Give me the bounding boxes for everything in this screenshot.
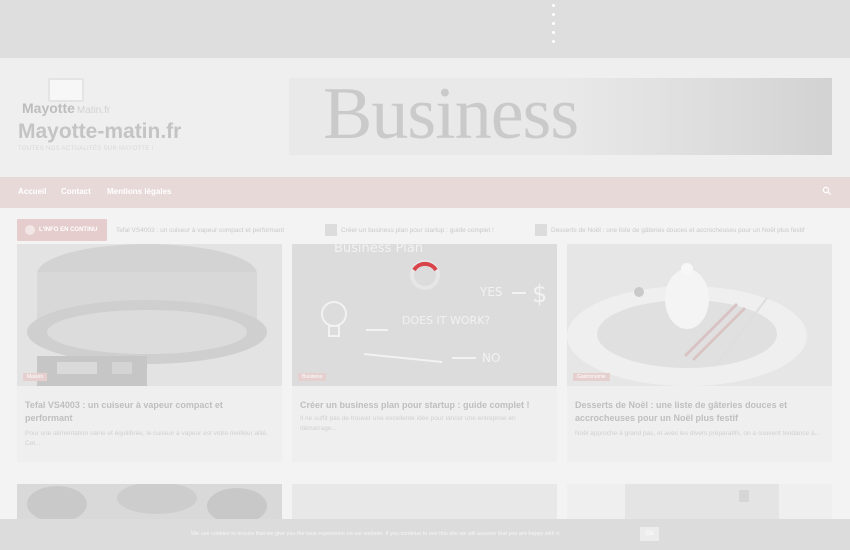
ticker-thumbnail bbox=[535, 224, 547, 236]
image-no: NO bbox=[482, 351, 500, 365]
banner-word: Business bbox=[323, 78, 579, 155]
category-badge[interactable]: Business bbox=[298, 373, 327, 381]
article-card[interactable]: Maison Tefal VS4003 : un cuiseur à vapeu… bbox=[17, 244, 282, 462]
cookie-ok-button[interactable]: Ok bbox=[640, 527, 659, 541]
ticker-label: L'INFO EN CONTINU bbox=[17, 219, 107, 241]
article-title[interactable]: Desserts de Noël : une liste de gâteries… bbox=[575, 399, 820, 425]
image-question: DOES IT WORK? bbox=[402, 314, 490, 327]
ticker-item[interactable]: Créer un business plan pour startup : gu… bbox=[341, 227, 494, 234]
article-excerpt: Il ne suffit pas de trouver une excellen… bbox=[300, 415, 516, 432]
article-image-steamer[interactable] bbox=[17, 244, 282, 386]
search-icon[interactable] bbox=[822, 186, 832, 196]
header-banner-image[interactable]: Business bbox=[289, 78, 832, 155]
site-header: Mayotte Matin.fr Mayotte-matin.fr TOUTES … bbox=[0, 58, 850, 177]
logo-subtext: Matin.fr bbox=[76, 105, 111, 116]
site-tagline: TOUTES NOS ACTUALITÉS SUR MAYOTTE ! bbox=[18, 146, 154, 152]
image-heading: Business Plan bbox=[334, 244, 423, 256]
cookie-banner: We use cookies to ensure that we give yo… bbox=[0, 519, 850, 550]
category-badge[interactable]: Maison bbox=[23, 373, 48, 381]
monitor-icon bbox=[48, 78, 84, 102]
ticker-item[interactable]: Desserts de Noël : une liste de gâteries… bbox=[551, 227, 805, 234]
article-excerpt: Pour une alimentation saine et équilibré… bbox=[25, 430, 268, 447]
ticker-thumbnail bbox=[325, 224, 337, 236]
loading-spinner-icon bbox=[410, 260, 440, 290]
cookie-message: We use cookies to ensure that we give yo… bbox=[191, 531, 561, 537]
article-title[interactable]: Créer un business plan pour startup : gu… bbox=[300, 399, 545, 412]
image-yes: YES bbox=[479, 285, 503, 299]
logo-text: Mayotte bbox=[22, 100, 75, 116]
site-title[interactable]: Mayotte-matin.fr bbox=[18, 120, 181, 144]
bolt-icon bbox=[25, 225, 35, 235]
top-bar bbox=[0, 0, 850, 58]
article-card[interactable]: Gastronomie Desserts de Noël : une liste… bbox=[567, 244, 832, 462]
nav-item-contact[interactable]: Contact bbox=[61, 187, 91, 196]
site-logo[interactable]: Mayotte Matin.fr bbox=[22, 78, 122, 116]
main-nav: Accueil Contact Mentions légales bbox=[0, 177, 850, 208]
ticker-item[interactable]: Tefal VS4003 : un cuiseur à vapeur compa… bbox=[116, 227, 284, 234]
category-badge[interactable]: Gastronomie bbox=[573, 373, 610, 381]
nav-item-mentions-legales[interactable]: Mentions légales bbox=[107, 187, 171, 196]
image-dollar: $ bbox=[532, 280, 547, 308]
article-title[interactable]: Tefal VS4003 : un cuiseur à vapeur compa… bbox=[25, 399, 270, 425]
article-excerpt: Noël approche à grand pas, et avec les d… bbox=[575, 430, 820, 437]
loading-dots bbox=[552, 4, 555, 43]
nav-item-accueil[interactable]: Accueil bbox=[18, 187, 46, 196]
article-image-dessert[interactable] bbox=[567, 244, 832, 386]
